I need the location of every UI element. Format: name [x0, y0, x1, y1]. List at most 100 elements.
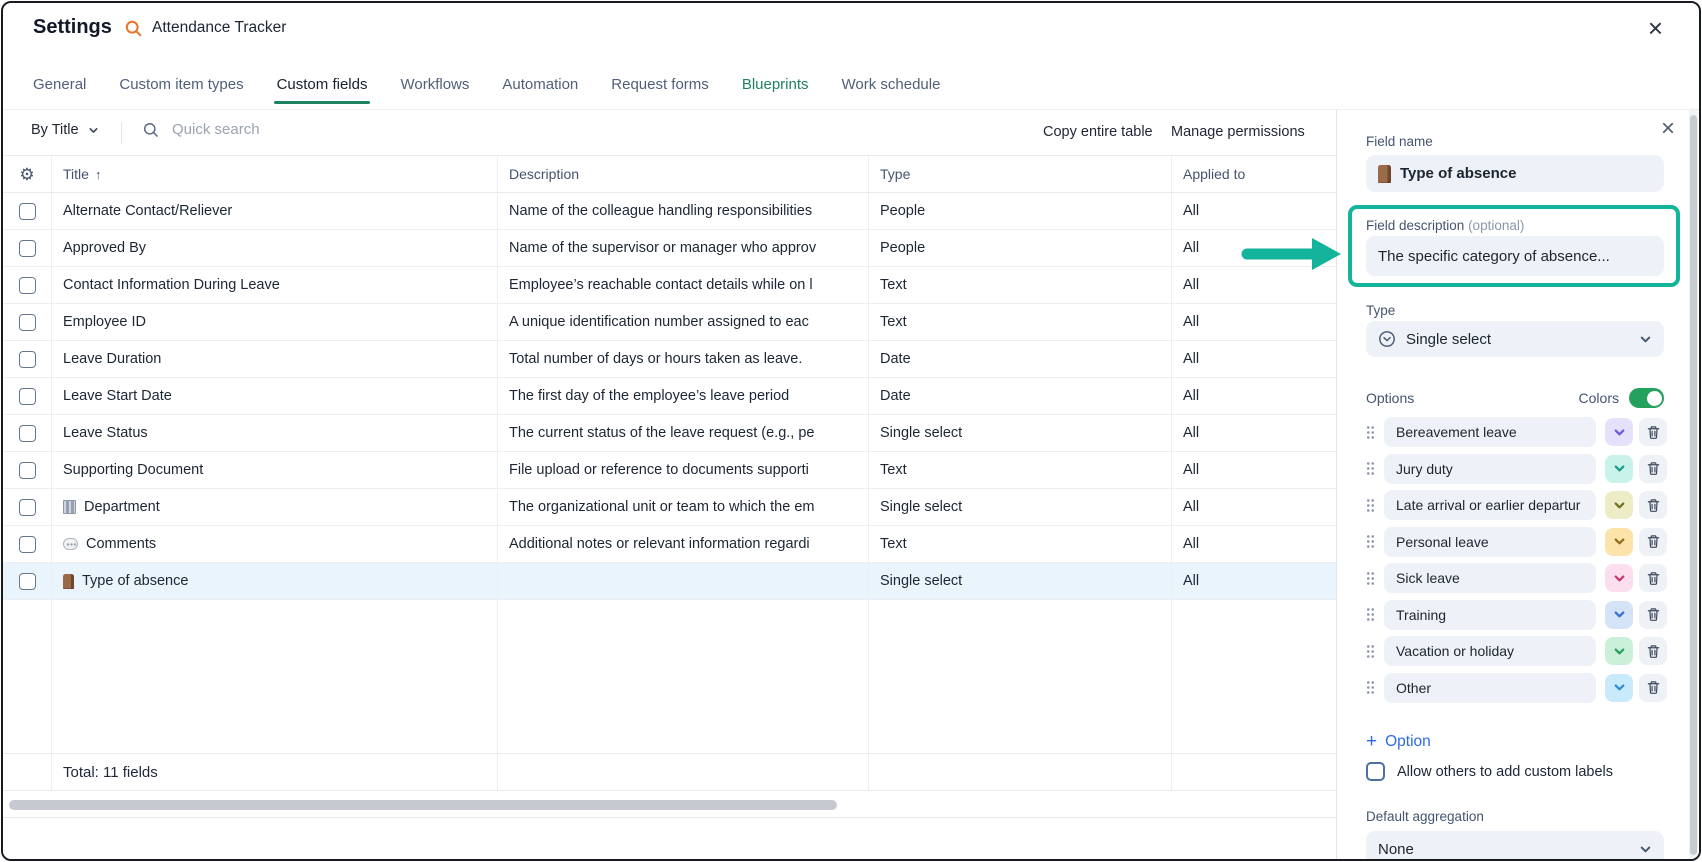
options-label: Options [1366, 390, 1414, 406]
row-checkbox[interactable] [19, 462, 36, 479]
drag-handle-icon[interactable] [1366, 534, 1375, 549]
row-checkbox[interactable] [19, 536, 36, 553]
table-row-alternate-contact-reliever[interactable]: Alternate Contact/Reliever Name of the c… [3, 193, 1336, 230]
column-header-description[interactable]: Description [497, 156, 868, 192]
field-description-input[interactable]: The specific category of absence... [1366, 236, 1664, 276]
drag-handle-icon[interactable] [1366, 571, 1375, 586]
cell-description: The first day of the employee’s leave pe… [509, 388, 789, 404]
column-settings-gear-icon[interactable]: ⚙ [19, 166, 34, 183]
add-option-button[interactable]: + Option [1366, 732, 1431, 751]
copy-entire-table-button[interactable]: Copy entire table [1043, 124, 1153, 140]
row-checkbox[interactable] [19, 277, 36, 294]
tab-custom-fields[interactable]: Custom fields [277, 59, 368, 109]
drag-handle-icon[interactable] [1366, 644, 1375, 659]
option-delete-button[interactable] [1639, 455, 1667, 483]
tab-custom-item-types[interactable]: Custom item types [119, 59, 243, 109]
cell-type: Text [880, 277, 907, 293]
sort-by-dropdown[interactable]: By Title [31, 122, 99, 138]
option-delete-button[interactable] [1639, 674, 1667, 702]
option-label-input[interactable]: Other [1384, 673, 1596, 703]
row-checkbox[interactable] [19, 425, 36, 442]
cell-type: People [880, 203, 925, 219]
option-delete-button[interactable] [1639, 528, 1667, 556]
default-aggregation-select[interactable]: None [1366, 831, 1664, 861]
tab-workflows[interactable]: Workflows [400, 59, 469, 109]
tab-request-forms[interactable]: Request forms [611, 59, 709, 109]
row-checkbox[interactable] [19, 499, 36, 516]
row-checkbox[interactable] [19, 573, 36, 590]
allow-custom-labels-checkbox[interactable] [1366, 762, 1385, 781]
type-select[interactable]: Single select [1366, 321, 1664, 357]
cell-title: Comments [86, 536, 156, 552]
panel-scrollbar-thumb[interactable] [1690, 115, 1697, 855]
option-delete-button[interactable] [1639, 418, 1667, 446]
single-select-icon [1378, 330, 1396, 348]
row-checkbox[interactable] [19, 388, 36, 405]
cell-applied-to: All [1183, 277, 1199, 293]
table-row-type-of-absence[interactable]: Type of absence Single select All [3, 563, 1336, 600]
cell-title: Contact Information During Leave [63, 277, 280, 293]
table-row-approved-by[interactable]: Approved By Name of the supervisor or ma… [3, 230, 1336, 267]
option-delete-button[interactable] [1639, 564, 1667, 592]
column-header-applied-to[interactable]: Applied to [1171, 156, 1336, 192]
option-color-button[interactable] [1605, 637, 1633, 665]
option-label-input[interactable]: Bereavement leave [1384, 417, 1596, 447]
option-label-input[interactable]: Late arrival or earlier departur [1384, 490, 1596, 520]
option-delete-button[interactable] [1639, 601, 1667, 629]
option-label-input[interactable]: Jury duty [1384, 454, 1596, 484]
panel-scrollbar[interactable] [1689, 110, 1698, 859]
table-row-leave-duration[interactable]: Leave Duration Total number of days or h… [3, 341, 1336, 378]
option-delete-button[interactable] [1639, 637, 1667, 665]
table-row-employee-id[interactable]: Employee ID A unique identification numb… [3, 304, 1336, 341]
table-row-department[interactable]: Department The organizational unit or te… [3, 489, 1336, 526]
option-label-input[interactable]: Vacation or holiday [1384, 636, 1596, 666]
table-row-leave-status[interactable]: Leave Status The current status of the l… [3, 415, 1336, 452]
drag-handle-icon[interactable] [1366, 461, 1375, 476]
column-header-title[interactable]: Title ↑ [51, 156, 497, 192]
option-delete-button[interactable] [1639, 491, 1667, 519]
drag-handle-icon[interactable] [1366, 680, 1375, 695]
option-row-vacation-or-holiday: Vacation or holiday [1366, 636, 1667, 666]
option-color-button[interactable] [1605, 491, 1633, 519]
option-color-button[interactable] [1605, 564, 1633, 592]
option-color-button[interactable] [1605, 674, 1633, 702]
quick-search-placeholder: Quick search [172, 121, 260, 138]
option-color-button[interactable] [1605, 601, 1633, 629]
table-row-comments[interactable]: Comments Additional notes or relevant in… [3, 526, 1336, 563]
allow-custom-labels-label: Allow others to add custom labels [1397, 764, 1613, 780]
manage-permissions-button[interactable]: Manage permissions [1171, 124, 1305, 140]
field-name-input[interactable]: Type of absence [1366, 155, 1664, 192]
option-color-button[interactable] [1605, 528, 1633, 556]
option-label-input[interactable]: Personal leave [1384, 527, 1596, 557]
table-row-leave-start-date[interactable]: Leave Start Date The first day of the em… [3, 378, 1336, 415]
column-header-type[interactable]: Type [868, 156, 1171, 192]
cell-applied-to: All [1183, 573, 1199, 589]
cell-applied-to: All [1183, 351, 1199, 367]
tab-general[interactable]: General [33, 59, 86, 109]
option-color-button[interactable] [1605, 455, 1633, 483]
tab-blueprints[interactable]: Blueprints [742, 59, 809, 109]
quick-search-input[interactable]: Quick search [143, 121, 260, 138]
cell-description: Total number of days or hours taken as l… [509, 351, 802, 367]
row-checkbox[interactable] [19, 203, 36, 220]
option-label-input[interactable]: Sick leave [1384, 563, 1596, 593]
option-label-input[interactable]: Training [1384, 600, 1596, 630]
table-row-contact-information-during-leave[interactable]: Contact Information During Leave Employe… [3, 267, 1336, 304]
horizontal-scrollbar-thumb[interactable] [9, 800, 837, 810]
cell-title: Type of absence [82, 573, 188, 589]
row-checkbox[interactable] [19, 314, 36, 331]
tab-work-schedule[interactable]: Work schedule [842, 59, 941, 109]
row-checkbox[interactable] [19, 240, 36, 257]
horizontal-scrollbar[interactable] [3, 793, 1336, 815]
table-row-supporting-document[interactable]: Supporting Document File upload or refer… [3, 452, 1336, 489]
option-color-button[interactable] [1605, 418, 1633, 446]
drag-handle-icon[interactable] [1366, 498, 1375, 513]
colors-toggle[interactable] [1629, 388, 1664, 408]
window-close-button[interactable]: × [1642, 11, 1669, 46]
cell-description: A unique identification number assigned … [509, 314, 809, 330]
drag-handle-icon[interactable] [1366, 607, 1375, 622]
panel-close-button[interactable]: × [1655, 114, 1681, 145]
tab-automation[interactable]: Automation [502, 59, 578, 109]
drag-handle-icon[interactable] [1366, 425, 1375, 440]
row-checkbox[interactable] [19, 351, 36, 368]
